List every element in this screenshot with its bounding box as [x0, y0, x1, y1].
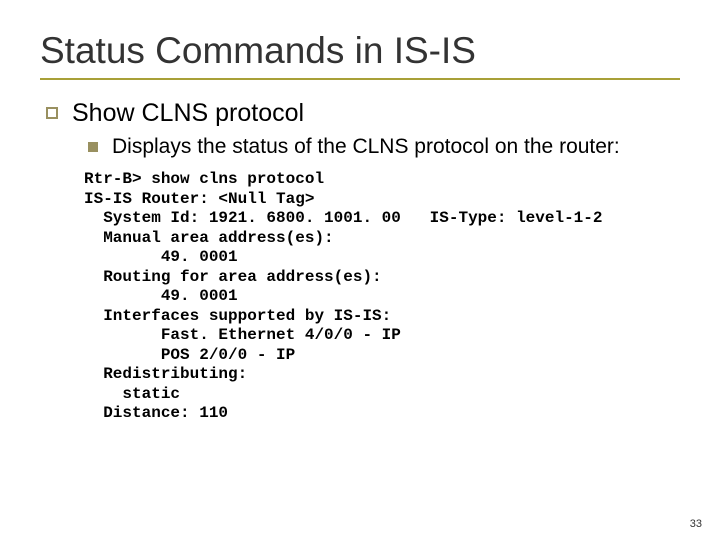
slide-title: Status Commands in IS-IS — [40, 30, 680, 72]
console-output: Rtr-B> show clns protocol IS-IS Router: … — [84, 170, 680, 424]
bullet-level1-text: Show CLNS protocol — [72, 98, 304, 128]
bullet-level2-text: Displays the status of the CLNS protocol… — [112, 134, 620, 160]
bullet-level1: Show CLNS protocol — [46, 98, 680, 128]
page-number: 33 — [690, 518, 702, 530]
bullet-level2: Displays the status of the CLNS protocol… — [88, 134, 680, 160]
solid-square-bullet-icon — [88, 142, 98, 152]
title-underline — [40, 78, 680, 80]
square-bullet-icon — [46, 107, 58, 119]
